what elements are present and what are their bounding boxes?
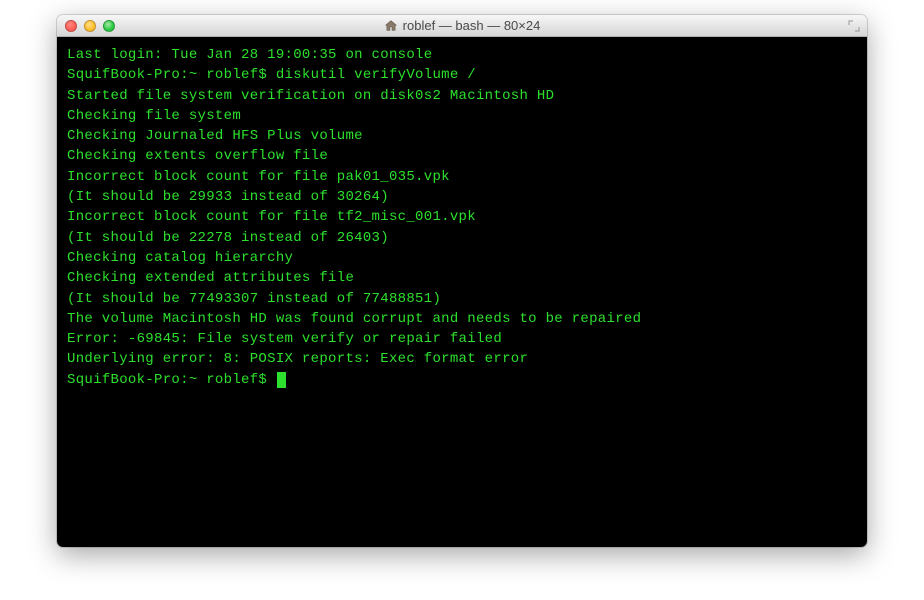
terminal-line: (It should be 22278 instead of 26403)	[67, 228, 857, 248]
minimize-button[interactable]	[84, 20, 96, 32]
titlebar[interactable]: roblef — bash — 80×24	[57, 15, 867, 37]
terminal-line: Started file system verification on disk…	[67, 86, 857, 106]
terminal-line: (It should be 77493307 instead of 774888…	[67, 289, 857, 309]
cursor	[277, 372, 286, 388]
home-icon	[384, 19, 398, 33]
terminal-body[interactable]: Last login: Tue Jan 28 19:00:35 on conso…	[57, 37, 867, 547]
terminal-prompt: SquifBook-Pro:~ roblef$	[67, 372, 276, 388]
close-button[interactable]	[65, 20, 77, 32]
terminal-line: Underlying error: 8: POSIX reports: Exec…	[67, 349, 857, 369]
terminal-line: Incorrect block count for file pak01_035…	[67, 167, 857, 187]
terminal-line: Checking extended attributes file	[67, 268, 857, 288]
terminal-line: Checking file system	[67, 106, 857, 126]
terminal-line: Incorrect block count for file tf2_misc_…	[67, 207, 857, 227]
terminal-line: Checking catalog hierarchy	[67, 248, 857, 268]
terminal-line: The volume Macintosh HD was found corrup…	[67, 309, 857, 329]
terminal-line: (It should be 29933 instead of 30264)	[67, 187, 857, 207]
window-title: roblef — bash — 80×24	[57, 18, 867, 33]
traffic-lights	[65, 20, 115, 32]
zoom-button[interactable]	[103, 20, 115, 32]
terminal-line: Checking extents overflow file	[67, 146, 857, 166]
terminal-window: roblef — bash — 80×24 Last login: Tue Ja…	[57, 15, 867, 547]
expand-icon[interactable]	[847, 19, 861, 33]
terminal-line: SquifBook-Pro:~ roblef$ diskutil verifyV…	[67, 65, 857, 85]
terminal-line: Last login: Tue Jan 28 19:00:35 on conso…	[67, 45, 857, 65]
terminal-prompt-line: SquifBook-Pro:~ roblef$	[67, 370, 857, 390]
terminal-line: Checking Journaled HFS Plus volume	[67, 126, 857, 146]
window-title-text: roblef — bash — 80×24	[403, 18, 541, 33]
terminal-line: Error: -69845: File system verify or rep…	[67, 329, 857, 349]
